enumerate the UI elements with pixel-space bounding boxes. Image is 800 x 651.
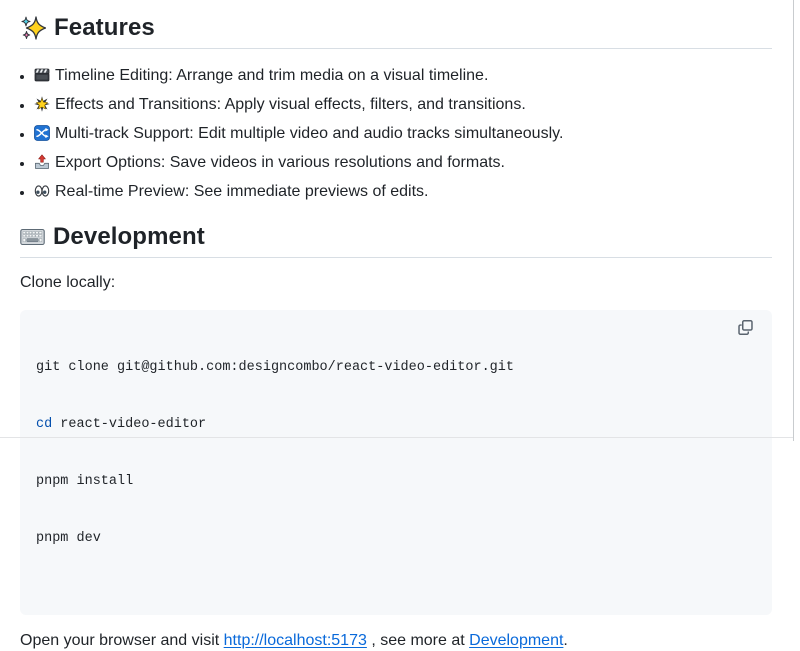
code-line: pnpm install: [36, 474, 134, 489]
shuffle-tracks-icon: [34, 125, 50, 146]
outbox-tray-icon: [34, 154, 50, 175]
window-right-border: [793, 0, 794, 441]
outro-text: .: [563, 632, 568, 649]
eyes-icon: [34, 183, 50, 204]
localhost-link[interactable]: http://localhost:5173: [224, 632, 367, 649]
features-heading-label: Features: [54, 14, 155, 41]
outro-text: , see more at: [366, 632, 470, 649]
development-heading-label: Development: [53, 223, 205, 250]
list-item: Export Options: Save videos in various r…: [34, 153, 772, 175]
code-line: cd react-video-editor: [36, 415, 756, 434]
keyboard-icon: [20, 227, 45, 247]
readme-content: Features Timeline Editing: Arrange and t…: [20, 0, 772, 651]
outro-text: Open your browser and visit: [20, 632, 224, 649]
sparkles-icon: [20, 15, 46, 41]
clapper-board-icon: [34, 67, 50, 88]
list-item: Timeline Editing: Arrange and trim media…: [34, 66, 772, 88]
feature-text: Timeline Editing: Arrange and trim media…: [55, 67, 489, 84]
outro-paragraph: Open your browser and visit http://local…: [20, 631, 772, 651]
development-heading: Development: [20, 223, 772, 258]
list-item: Multi-track Support: Edit multiple video…: [34, 124, 772, 146]
code-text: react-video-editor: [52, 417, 207, 432]
code-keyword: cd: [36, 417, 53, 432]
copy-icon: [737, 319, 754, 336]
feature-text: Real-time Preview: See immediate preview…: [55, 183, 429, 200]
code-line: pnpm dev: [36, 531, 101, 546]
clone-intro-text: Clone locally:: [20, 274, 116, 291]
list-item: Effects and Transitions: Apply visual ef…: [34, 95, 772, 117]
glowing-star-icon: [34, 96, 50, 117]
feature-text: Effects and Transitions: Apply visual ef…: [55, 96, 526, 113]
feature-text: Multi-track Support: Edit multiple video…: [55, 125, 564, 142]
code-line: git clone git@github.com:designcombo/rea…: [36, 360, 514, 375]
feature-text: Export Options: Save videos in various r…: [55, 154, 505, 171]
copy-button[interactable]: [734, 316, 756, 338]
features-list: Timeline Editing: Arrange and trim media…: [20, 66, 772, 204]
features-heading: Features: [20, 14, 772, 49]
list-item: Real-time Preview: See immediate preview…: [34, 182, 772, 204]
code-block: git clone git@github.com:designcombo/rea…: [20, 310, 772, 615]
development-link[interactable]: Development: [469, 632, 563, 649]
window-bottom-border: [0, 437, 793, 438]
